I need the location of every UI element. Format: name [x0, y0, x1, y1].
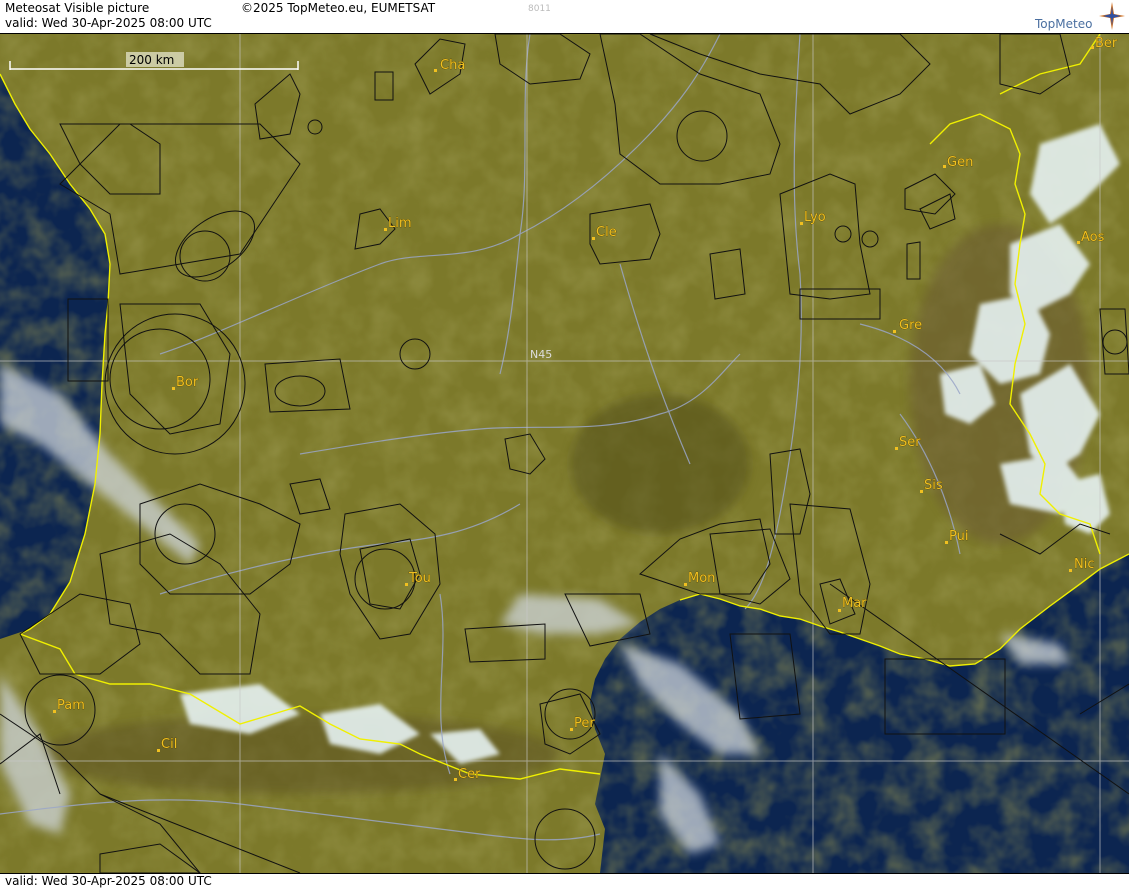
city-pui[interactable]: Pui	[945, 529, 969, 544]
scale-bar-label: 200 km	[129, 53, 174, 67]
svg-text:Nic: Nic	[1074, 557, 1094, 572]
svg-text:Lyo: Lyo	[804, 210, 826, 225]
city-ber[interactable]: Ber	[1091, 36, 1118, 51]
map-canvas: N45 200 km Cha Ber Gen Lim Cle Lyo Aos G…	[0, 34, 1129, 873]
valid-time-top: valid: Wed 30-Apr-2025 08:00 UTC	[5, 16, 212, 30]
svg-text:Aos: Aos	[1081, 230, 1105, 245]
svg-text:Per: Per	[574, 716, 595, 731]
city-lim[interactable]: Lim	[384, 216, 412, 231]
city-lyo[interactable]: Lyo	[800, 210, 826, 225]
header-bar: Meteosat Visible picture valid: Wed 30-A…	[0, 0, 1129, 34]
city-cil[interactable]: Cil	[157, 737, 178, 752]
city-sis[interactable]: Sis	[920, 478, 943, 493]
svg-text:Lim: Lim	[388, 216, 412, 231]
svg-text:Tou: Tou	[408, 571, 431, 586]
city-mar[interactable]: Mar	[838, 596, 867, 612]
svg-text:Mon: Mon	[688, 571, 715, 586]
city-bor[interactable]: Bor	[172, 375, 199, 390]
svg-text:Cil: Cil	[161, 737, 177, 752]
svg-text:Gen: Gen	[947, 155, 973, 170]
svg-text:Mar: Mar	[842, 596, 867, 611]
svg-text:Cha: Cha	[440, 58, 465, 73]
product-title: Meteosat Visible picture	[5, 1, 150, 15]
satellite-map-page: Meteosat Visible picture valid: Wed 30-A…	[0, 0, 1129, 888]
city-cer[interactable]: Cer	[454, 767, 481, 782]
city-gen[interactable]: Gen	[943, 155, 974, 170]
compass-star-icon	[1099, 2, 1125, 30]
city-tou[interactable]: Tou	[405, 571, 431, 586]
product-code: 8011	[528, 4, 551, 14]
city-ser[interactable]: Ser	[895, 435, 922, 450]
svg-text:Pam: Pam	[57, 698, 85, 713]
topmeteo-logo-text[interactable]: TopMeteo	[1035, 17, 1092, 31]
city-per[interactable]: Per	[570, 716, 596, 731]
svg-text:Cle: Cle	[596, 225, 617, 240]
city-aos[interactable]: Aos	[1077, 230, 1105, 245]
city-mon[interactable]: Mon	[684, 571, 716, 586]
svg-text:Ber: Ber	[1095, 36, 1118, 51]
city-cle[interactable]: Cle	[592, 225, 617, 240]
svg-text:Cer: Cer	[458, 767, 481, 782]
latitude-label: N45	[530, 348, 552, 361]
svg-text:Gre: Gre	[899, 318, 922, 333]
svg-text:Bor: Bor	[176, 375, 199, 390]
footer-bar: valid: Wed 30-Apr-2025 08:00 UTC	[0, 873, 1129, 888]
svg-text:Sis: Sis	[924, 478, 943, 493]
svg-text:Pui: Pui	[949, 529, 968, 544]
massif-shading	[570, 394, 750, 534]
copyright-text: ©2025 TopMeteo.eu, EUMETSAT	[241, 1, 436, 15]
valid-time-bottom: valid: Wed 30-Apr-2025 08:00 UTC	[5, 874, 212, 888]
city-pam[interactable]: Pam	[53, 698, 85, 713]
satellite-map[interactable]: N45 200 km Cha Ber Gen Lim Cle Lyo Aos G…	[0, 34, 1129, 873]
svg-text:Ser: Ser	[899, 435, 921, 450]
